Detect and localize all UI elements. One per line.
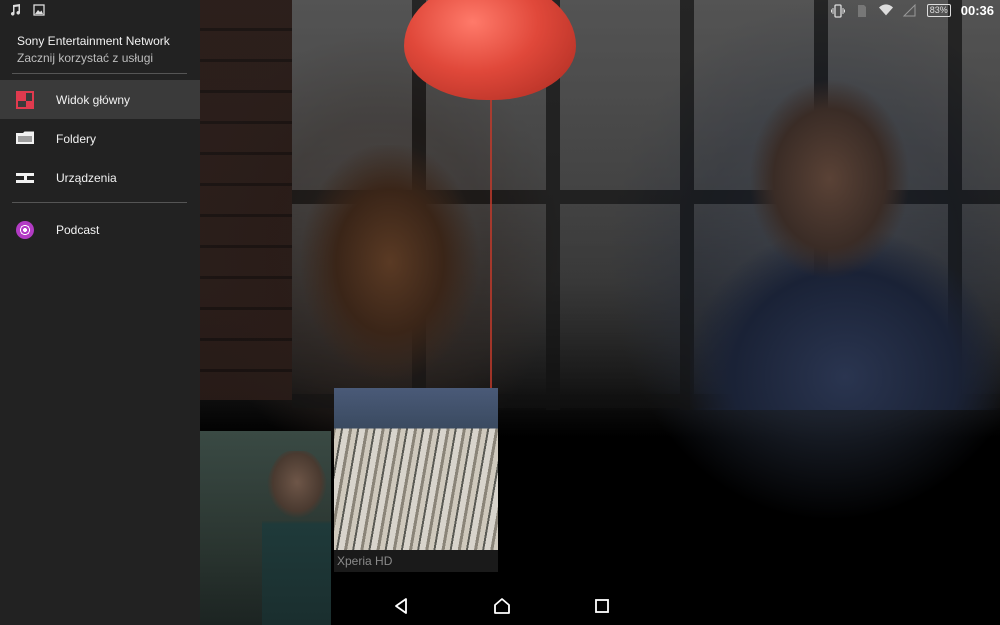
thumbnail-caption: Xperia HD [337, 554, 393, 568]
balloon-string [490, 100, 492, 400]
music-note-icon [8, 3, 22, 17]
divider [12, 73, 187, 74]
devices-icon [16, 172, 34, 184]
drawer-item-label: Foldery [56, 131, 97, 146]
wifi-icon [878, 4, 893, 18]
drawer-item-label: Widok główny [56, 92, 131, 107]
thumbnail-image [334, 388, 498, 550]
home-icon[interactable] [492, 596, 512, 616]
vibrate-icon [830, 3, 845, 18]
back-icon[interactable] [392, 596, 412, 616]
system-nav-bar [200, 590, 1000, 625]
recents-icon[interactable] [592, 596, 612, 616]
drawer-item-podcast[interactable]: Podcast [0, 210, 200, 249]
man-figure [690, 80, 1000, 410]
woman-figure [290, 145, 490, 405]
sim-icon [855, 4, 869, 18]
signal-icon [903, 4, 917, 18]
drawer-item-label: Urządzenia [56, 170, 117, 185]
brick-wall [200, 0, 292, 400]
navigation-drawer: Sony Entertainment Network Zacznij korzy… [0, 0, 200, 625]
drawer-item-folders[interactable]: Foldery [0, 119, 200, 158]
podcast-icon [16, 220, 34, 239]
home-grid-icon [16, 90, 34, 109]
divider [12, 202, 187, 203]
drawer-item-home[interactable]: Widok główny [0, 80, 200, 119]
account-title: Sony Entertainment Network [17, 34, 170, 48]
drawer-item-label: Podcast [56, 222, 100, 237]
account-header[interactable]: Sony Entertainment Network Zacznij korzy… [17, 34, 170, 65]
status-bar: 83% 00:36 [0, 0, 1000, 22]
account-subtitle: Zacznij korzystać z usługi [17, 51, 154, 65]
drawer-item-devices[interactable]: Urządzenia [0, 158, 200, 197]
folder-icon [16, 130, 34, 148]
image-icon [32, 3, 46, 17]
battery-indicator: 83% [926, 4, 951, 17]
clock: 00:36 [960, 3, 994, 18]
video-thumbnail-xperia-hd[interactable]: Xperia HD [334, 388, 498, 572]
